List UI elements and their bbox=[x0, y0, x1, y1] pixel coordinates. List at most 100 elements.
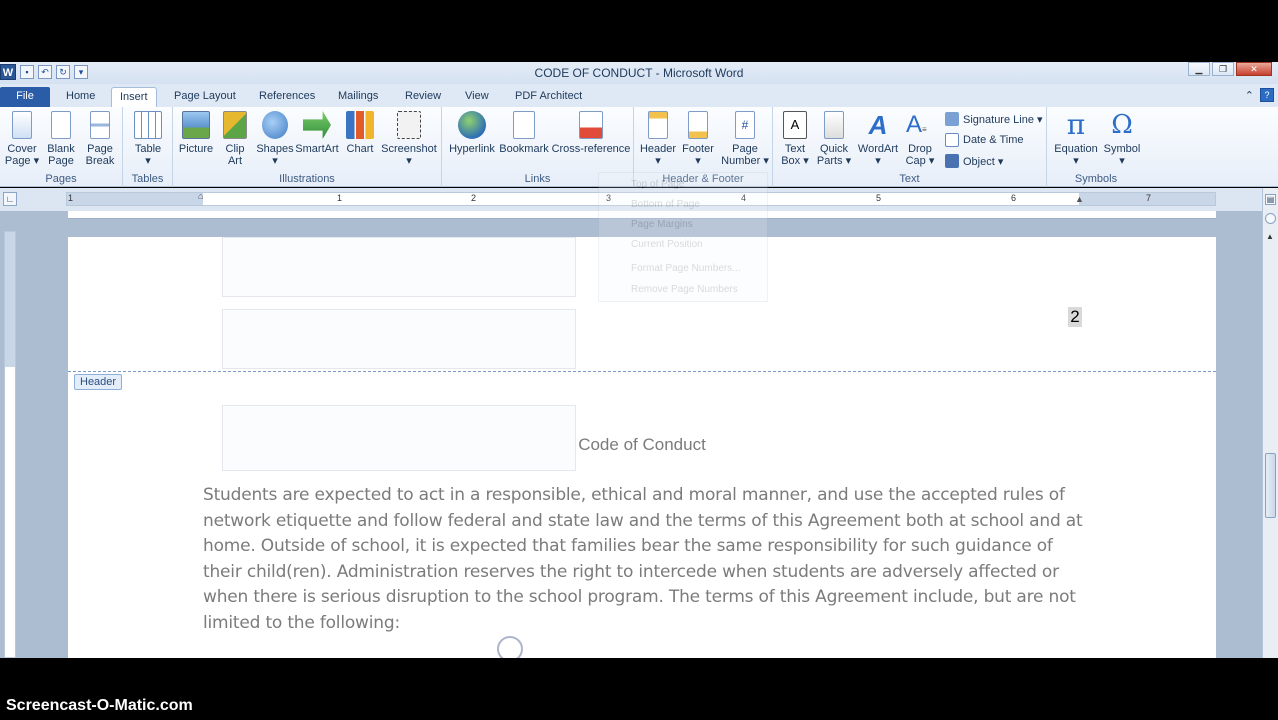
letterbox-top bbox=[0, 0, 1278, 62]
window-controls: ▁ ❐ ✕ bbox=[1188, 62, 1272, 76]
page-break-button[interactable]: Page Break bbox=[83, 111, 117, 167]
tab-insert[interactable]: Insert bbox=[111, 87, 157, 107]
date-time-button[interactable]: Date & Time bbox=[945, 133, 1024, 147]
scrollbar-thumb[interactable] bbox=[1265, 453, 1276, 518]
symbol-icon: Ω bbox=[1111, 110, 1133, 140]
header-icon bbox=[648, 111, 668, 139]
tab-home[interactable]: Home bbox=[58, 87, 103, 107]
view-ruler-icon[interactable]: ▤ bbox=[1265, 194, 1276, 205]
header-button[interactable]: Header ▾ bbox=[638, 111, 678, 167]
page-number-icon: # bbox=[735, 111, 755, 139]
document-body-text[interactable]: Students are expected to act in a respon… bbox=[203, 483, 1083, 636]
tab-pdf-architect[interactable]: PDF Architect bbox=[507, 87, 590, 107]
blank-page-button[interactable]: Blank Page bbox=[44, 111, 78, 167]
group-illustrations: Picture Clip Art Shapes ▾ SmartArt Chart bbox=[173, 107, 442, 187]
signature-line-icon bbox=[945, 112, 959, 126]
ruler-number: 1 bbox=[337, 193, 343, 203]
help-icon[interactable]: ? bbox=[1260, 88, 1274, 102]
tab-page-layout[interactable]: Page Layout bbox=[166, 87, 244, 107]
cross-reference-label: Cross-reference bbox=[551, 143, 631, 155]
close-button[interactable]: ✕ bbox=[1236, 62, 1272, 76]
indent-marker-icon[interactable]: ⌂ bbox=[198, 191, 203, 201]
ghost-menu-item: Page Margins bbox=[631, 219, 693, 230]
signature-line-button[interactable]: Signature Line ▾ bbox=[945, 112, 1043, 126]
smartart-icon bbox=[303, 111, 331, 139]
smartart-button[interactable]: SmartArt bbox=[295, 111, 339, 155]
tab-references[interactable]: References bbox=[251, 87, 323, 107]
clip-art-icon bbox=[223, 111, 247, 139]
tab-file[interactable]: File bbox=[0, 87, 50, 107]
quick-parts-button[interactable]: Quick Parts ▾ bbox=[815, 111, 853, 167]
clip-art-label: Clip bbox=[225, 143, 245, 155]
clip-art-label-2: Art bbox=[227, 155, 243, 167]
group-pages: Cover Page ▾ Blank Page Page Break Pages bbox=[0, 107, 123, 187]
shapes-label-2: ▾ bbox=[272, 155, 278, 167]
tab-review[interactable]: Review bbox=[397, 87, 449, 107]
drop-cap-label-2: Cap ▾ bbox=[905, 155, 935, 167]
wordart-button[interactable]: A WordArt ▾ bbox=[855, 111, 901, 167]
shapes-button[interactable]: Shapes ▾ bbox=[255, 111, 295, 167]
page-break-label: Page bbox=[87, 143, 113, 155]
page-number-button[interactable]: # Page Number ▾ bbox=[720, 111, 770, 167]
hyperlink-label: Hyperlink bbox=[449, 143, 495, 155]
chart-button[interactable]: Chart bbox=[341, 111, 379, 155]
ghost-menu-item: Top of Page bbox=[631, 179, 685, 190]
cross-reference-button[interactable]: Cross-reference bbox=[550, 111, 632, 155]
footer-icon bbox=[688, 111, 708, 139]
text-group-label: Text bbox=[899, 173, 920, 185]
ghost-menu-item: Bottom of Page bbox=[631, 199, 700, 210]
minimize-ribbon-icon[interactable]: ⌃ bbox=[1245, 89, 1254, 102]
hyperlink-icon bbox=[458, 111, 486, 139]
scroll-option-icon[interactable] bbox=[1265, 213, 1276, 224]
footer-button[interactable]: Footer ▾ bbox=[678, 111, 718, 167]
signature-line-label: Signature Line ▾ bbox=[963, 113, 1043, 126]
screenshot-button[interactable]: Screenshot ▾ bbox=[380, 111, 438, 167]
vertical-scrollbar[interactable]: ▤ ▲ bbox=[1262, 188, 1278, 658]
document-heading[interactable]: Code of Conduct bbox=[68, 435, 1216, 455]
scroll-up-icon[interactable]: ▲ bbox=[1266, 232, 1274, 241]
group-text: A Text Box ▾ Quick Parts ▾ A WordArt ▾ A… bbox=[773, 107, 1047, 187]
shapes-label: Shapes bbox=[256, 143, 294, 155]
quick-parts-icon bbox=[824, 111, 844, 139]
screenshot-label: Screenshot bbox=[381, 143, 437, 155]
maximize-button[interactable]: ❐ bbox=[1212, 62, 1234, 76]
footer-label-2: ▾ bbox=[695, 155, 701, 167]
minimize-button[interactable]: ▁ bbox=[1188, 62, 1210, 76]
tables-group-label: Tables bbox=[131, 173, 164, 185]
page-number-field[interactable]: 2 bbox=[1068, 307, 1082, 327]
text-box-icon: A bbox=[783, 111, 807, 139]
bookmark-button[interactable]: Bookmark bbox=[498, 111, 550, 155]
vertical-ruler[interactable] bbox=[4, 231, 16, 658]
equation-icon: π bbox=[1066, 108, 1086, 141]
picture-button[interactable]: Picture bbox=[177, 111, 215, 155]
cover-page-button[interactable]: Cover Page ▾ bbox=[4, 111, 40, 167]
blank-page-icon bbox=[51, 111, 71, 139]
header-tag[interactable]: Header bbox=[74, 374, 123, 390]
text-box-button[interactable]: A Text Box ▾ bbox=[777, 111, 813, 167]
tab-selector[interactable]: ∟ bbox=[3, 192, 17, 206]
quick-parts-label-2: Parts ▾ bbox=[816, 155, 852, 167]
ruler-number: 6 bbox=[1011, 193, 1017, 203]
symbol-label-2: ▾ bbox=[1119, 155, 1125, 167]
object-button[interactable]: Object ▾ bbox=[945, 154, 1003, 168]
equation-button[interactable]: π Equation ▾ bbox=[1051, 108, 1101, 168]
page-break-icon bbox=[90, 111, 110, 139]
table-icon bbox=[134, 111, 162, 139]
cover-page-label: Cover bbox=[7, 143, 37, 155]
vruler-top-margin bbox=[5, 232, 15, 367]
right-indent-marker-icon[interactable]: ▲ bbox=[1075, 194, 1084, 204]
tab-view[interactable]: View bbox=[457, 87, 497, 107]
recorder-watermark: Screencast-O-Matic.com bbox=[6, 697, 193, 714]
drop-cap-button[interactable]: A≡ Drop Cap ▾ bbox=[901, 111, 939, 167]
smartart-label: SmartArt bbox=[295, 143, 339, 155]
window-title: CODE OF CONDUCT - Microsoft Word bbox=[534, 66, 744, 80]
symbol-button[interactable]: Ω Symbol ▾ bbox=[1101, 111, 1143, 167]
hyperlink-button[interactable]: Hyperlink bbox=[446, 111, 498, 155]
wordart-label-2: ▾ bbox=[875, 155, 881, 167]
clip-art-button[interactable]: Clip Art bbox=[219, 111, 251, 167]
blank-page-label-2: Page bbox=[48, 155, 74, 167]
ghost-gallery-thumb bbox=[222, 237, 576, 297]
ghost-menu-item: Format Page Numbers... bbox=[631, 263, 741, 274]
table-button[interactable]: Table ▾ bbox=[131, 111, 165, 167]
tab-mailings[interactable]: Mailings bbox=[330, 87, 386, 107]
